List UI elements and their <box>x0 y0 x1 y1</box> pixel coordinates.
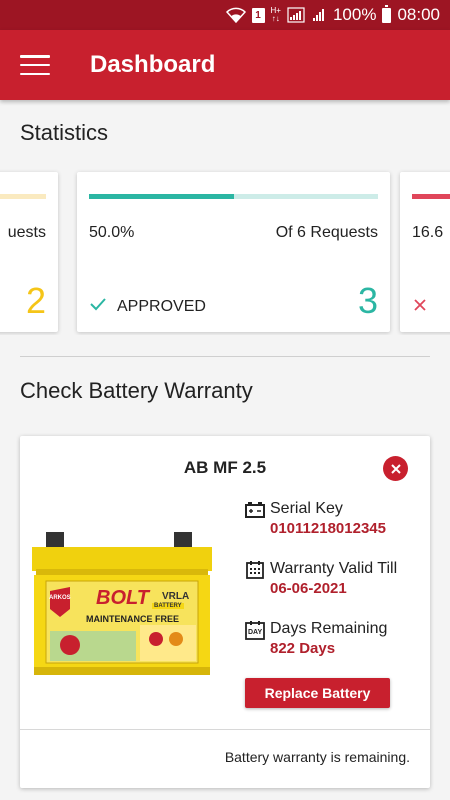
battery-brand: BOLT <box>96 587 149 609</box>
wifi-icon <box>225 7 246 23</box>
warranty-card: AB MF 2.5 ARKOS BOLT VRLA BATTERY MAINTE… <box>20 436 430 788</box>
stat-of-requests: Of 6 Requests <box>275 224 378 241</box>
days-value: 822 Days <box>270 640 336 657</box>
stat-percent: 16.6 <box>412 224 444 241</box>
stat-status: APPROVED <box>89 297 206 316</box>
stat-of-requests: uests <box>7 224 46 241</box>
clock: 08:00 <box>397 5 440 24</box>
serial-label: Serial Key <box>270 500 343 517</box>
signal-icon <box>287 7 305 23</box>
stat-card-approved[interactable]: 50.0% Of 6 Requests APPROVED 3 <box>77 172 390 332</box>
statistics-carousel[interactable]: uests 2 50.0% Of 6 Requests APPROVED 3 1… <box>0 165 450 335</box>
hamburger-icon <box>20 55 50 75</box>
battery-percent: 100% <box>332 5 377 24</box>
replace-battery-button[interactable]: Replace Battery <box>245 678 390 708</box>
stat-progress-bar <box>89 194 378 199</box>
stat-progress-bar <box>412 194 450 199</box>
warranty-status-text: Battery warranty is remaining. <box>224 749 410 765</box>
serial-value: 01011218012345 <box>270 520 386 537</box>
battery-tag: VRLA <box>162 591 190 602</box>
battery-small-icon <box>245 500 265 520</box>
warranty-info: Serial Key 01011218012345 Warranty Valid… <box>245 498 425 678</box>
close-icon <box>390 463 401 474</box>
stat-card-pending[interactable]: uests 2 <box>0 172 58 332</box>
status-bar: 1 H+ ↑↓ 100% 08:00 <box>0 0 450 30</box>
product-name: AB MF 2.5 <box>183 458 267 477</box>
battery-maker: ARKOS <box>49 595 71 601</box>
stat-card-rejected[interactable]: 16.6 <box>400 172 450 332</box>
close-button[interactable] <box>383 456 408 481</box>
stat-percent: 50.0% <box>89 224 135 241</box>
battery-icon <box>382 4 392 23</box>
page-title: Dashboard <box>90 51 216 78</box>
days-field: DAY Days Remaining 822 Days <box>245 618 425 678</box>
days-label: Days Remaining <box>270 620 388 637</box>
battery-word: BATTERY <box>152 603 184 609</box>
stat-status-label: APPROVED <box>117 297 206 315</box>
valid-label: Warranty Valid Till <box>270 560 398 577</box>
sim-icon: 1 <box>251 7 265 23</box>
card-divider <box>20 729 430 730</box>
stat-progress-bar <box>0 194 46 199</box>
close-icon <box>412 297 428 318</box>
day-icon-text: DAY <box>248 629 263 636</box>
serial-field: Serial Key 01011218012345 <box>245 498 425 558</box>
stat-count: 2 <box>25 280 46 321</box>
network-type-icon: H+ ↑↓ <box>270 6 281 23</box>
stat-status <box>412 297 428 318</box>
check-icon <box>89 297 107 316</box>
valid-value: 06-06-2021 <box>270 580 347 597</box>
valid-field: Warranty Valid Till 06-06-2021 <box>245 558 425 618</box>
battery-sub: MAINTENANCE FREE <box>86 614 180 624</box>
section-divider <box>20 356 430 357</box>
warranty-title: Check Battery Warranty <box>20 378 253 403</box>
calendar-day-icon: DAY <box>245 620 265 640</box>
battery-image: ARKOS BOLT VRLA BATTERY MAINTENANCE FREE <box>24 499 220 707</box>
statistics-title: Statistics <box>20 120 109 145</box>
signal-2-icon <box>311 7 327 23</box>
calendar-icon <box>245 560 265 580</box>
app-bar: Dashboard <box>0 30 450 100</box>
stat-count: 3 <box>357 280 378 321</box>
menu-button[interactable] <box>0 30 70 100</box>
